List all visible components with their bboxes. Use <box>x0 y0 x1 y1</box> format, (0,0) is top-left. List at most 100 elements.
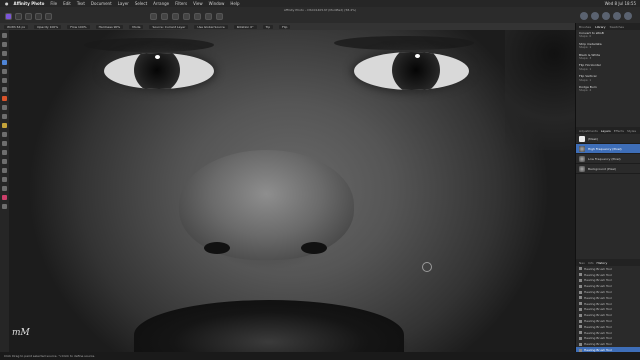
ctx-global-source[interactable]: Use Global Source <box>194 24 228 29</box>
right-panel: Brushes Library Swatches Convert to sRGB… <box>575 23 640 353</box>
arrange-icon[interactable] <box>602 12 610 20</box>
selection-mode-icon[interactable] <box>194 13 201 20</box>
layer-row[interactable]: Low Frequency (Pixel) <box>576 154 640 164</box>
blur-brush-icon[interactable] <box>2 132 7 137</box>
ctx-hardness[interactable]: Hardness 90% <box>95 24 124 29</box>
tab-info[interactable]: Info <box>588 261 594 265</box>
flood-select-icon[interactable] <box>2 69 7 74</box>
paint-brush-icon[interactable] <box>2 105 7 110</box>
tab-swatches[interactable]: Swatches <box>610 25 624 29</box>
menu-text[interactable]: Text <box>77 1 85 6</box>
menu-file[interactable]: File <box>50 1 57 6</box>
ctx-source[interactable]: Source: Current Layer <box>149 24 189 29</box>
history-tabs: Nav Info History <box>576 259 640 266</box>
left-nostril <box>204 242 230 254</box>
move-tool-icon[interactable] <box>2 33 7 38</box>
shape-icon[interactable] <box>2 177 7 182</box>
ctx-flip[interactable]: Flip <box>279 24 291 29</box>
gradient-icon[interactable] <box>2 159 7 164</box>
color-picker-icon[interactable] <box>2 195 7 200</box>
auto-colors-icon[interactable] <box>172 13 179 20</box>
text-icon[interactable] <box>2 186 7 191</box>
brush-history-icon <box>579 319 582 323</box>
zoom-icon[interactable] <box>624 12 632 20</box>
macro-item[interactable]: Dodge Burn Steps: 4 <box>579 85 638 93</box>
menu-filters[interactable]: Filters <box>175 1 187 6</box>
brush-cursor <box>422 262 432 272</box>
view-tool-icon[interactable] <box>2 42 7 47</box>
tab-adjustments[interactable]: Adjustments <box>579 129 598 133</box>
auto-white-balance-icon[interactable] <box>183 13 190 20</box>
tab-navigator[interactable]: Nav <box>579 261 585 265</box>
liquify-persona-icon[interactable] <box>15 13 22 20</box>
menu-window[interactable]: Window <box>209 1 225 6</box>
tab-styles[interactable]: Styles <box>627 129 636 133</box>
clone-brush-icon[interactable] <box>2 123 7 128</box>
ctx-flow[interactable]: Flow 100% <box>67 24 90 29</box>
menu-arrange[interactable]: Arrange <box>153 1 169 6</box>
history-panel: Nav Info History Healing Brush Tool Heal… <box>576 259 640 353</box>
develop-persona-icon[interactable] <box>25 13 32 20</box>
tab-layers[interactable]: Layers <box>601 129 611 133</box>
status-text: Click Drag to paint selected source. ⌥Cl… <box>4 354 96 358</box>
view-mode-icon[interactable] <box>613 12 621 20</box>
brush-history-icon <box>579 313 582 317</box>
menu-view[interactable]: View <box>193 1 203 6</box>
healing-brush-icon[interactable] <box>2 141 7 146</box>
menu-edit[interactable]: Edit <box>63 1 71 6</box>
zoom-tool-icon[interactable] <box>2 204 7 209</box>
export-persona-icon[interactable] <box>45 13 52 20</box>
crop-tool-icon[interactable] <box>2 51 7 56</box>
assistant-icon[interactable] <box>580 12 588 20</box>
brush-history-icon <box>579 284 582 288</box>
macro-item[interactable]: Convert to sRGB Steps: 0 <box>579 31 638 39</box>
photo-persona-icon[interactable] <box>5 13 12 20</box>
app-toolbar: Affinity Photo – DSC01405.tif (Modified)… <box>0 7 640 24</box>
auto-contrast-icon[interactable] <box>161 13 168 20</box>
selection-brush-icon[interactable] <box>2 60 7 65</box>
clock[interactable]: Wed 8 Jul 18:55 <box>605 1 636 6</box>
layer-row[interactable]: (Mask) <box>576 134 640 144</box>
macro-item[interactable]: Flip Horizontal Steps: 1 <box>579 64 638 71</box>
menu-help[interactable]: Help <box>230 1 239 6</box>
ctx-tip[interactable]: Tip <box>262 24 274 29</box>
tone-mapping-persona-icon[interactable] <box>35 13 42 20</box>
right-eye <box>354 52 469 90</box>
macro-item[interactable]: Black & White Steps: 3 <box>579 53 638 61</box>
apple-menu-icon[interactable]: ● <box>5 1 9 6</box>
quick-mask-icon[interactable] <box>205 13 212 20</box>
tab-brushes[interactable]: Brushes <box>579 25 591 29</box>
flood-fill-icon[interactable] <box>2 96 7 101</box>
document-canvas[interactable]: mM <box>9 30 575 352</box>
context-toolbar: Width 64 px Opacity 100% Flow 100% Hardn… <box>0 23 575 30</box>
macro-item[interactable]: Strip metadata Steps: 1 <box>579 42 638 50</box>
marquee-icon[interactable] <box>2 78 7 83</box>
tab-library[interactable]: Library <box>595 25 606 29</box>
snapping-icon[interactable] <box>591 12 599 20</box>
pen-icon[interactable] <box>2 168 7 173</box>
layer-row-selected[interactable]: High Frequency (Pixel) <box>576 144 640 154</box>
menu-document[interactable]: Document <box>91 1 112 6</box>
macro-item[interactable]: Flip Vertical Steps: 1 <box>579 74 638 82</box>
align-icon[interactable] <box>216 13 223 20</box>
app-menu[interactable]: Affinity Photo <box>14 1 45 6</box>
menu-select[interactable]: Select <box>135 1 147 6</box>
tab-history[interactable]: History <box>597 261 608 265</box>
status-bar: Click Drag to paint selected source. ⌥Cl… <box>0 352 640 360</box>
brush-history-icon <box>579 302 582 306</box>
menu-layer[interactable]: Layer <box>118 1 129 6</box>
dodge-brush-icon[interactable] <box>2 114 7 119</box>
ctx-mode[interactable]: Mode <box>129 24 144 29</box>
tab-effects[interactable]: Effects <box>614 129 624 133</box>
right-eye-glint <box>415 54 420 58</box>
brush-history-icon <box>579 325 582 329</box>
ctx-width[interactable]: Width 64 px <box>4 24 29 29</box>
tools-panel <box>0 30 9 355</box>
nose <box>179 150 354 260</box>
ctx-rotation[interactable]: Rotation 0° <box>233 24 257 29</box>
erase-brush-icon[interactable] <box>2 150 7 155</box>
layer-row[interactable]: Background (Pixel) <box>576 164 640 174</box>
freehand-select-icon[interactable] <box>2 87 7 92</box>
ctx-opacity[interactable]: Opacity 100% <box>34 24 62 29</box>
auto-levels-icon[interactable] <box>150 13 157 20</box>
